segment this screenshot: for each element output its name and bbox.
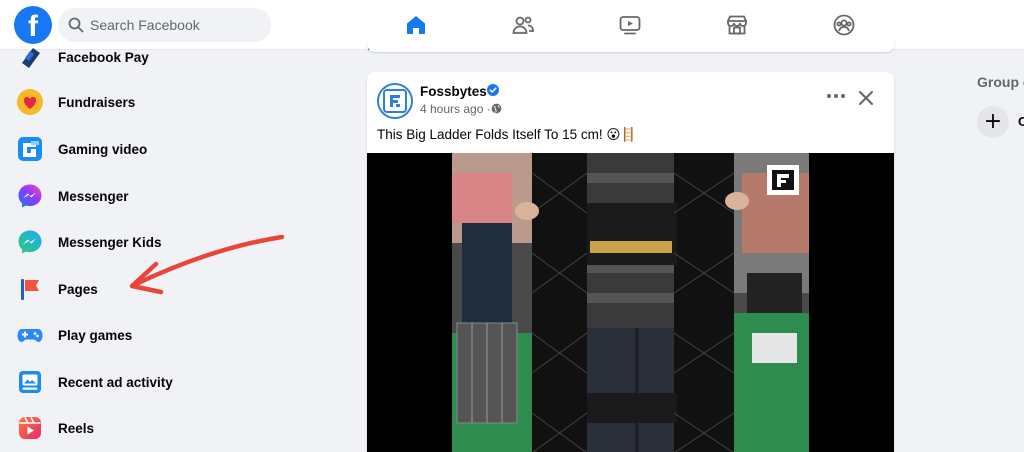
post-caption: This Big Ladder Folds Itself To 15 cm! 😮… (377, 127, 638, 142)
home-icon (407, 16, 425, 34)
sidebar-item-label: Pages (58, 281, 98, 297)
messenger-kids-icon (18, 230, 42, 254)
author-avatar[interactable] (377, 83, 413, 119)
sidebar-item-reels[interactable]: Reels (8, 408, 328, 448)
fossbytes-logo-icon (383, 89, 407, 113)
sidebar-item-label: Reels (58, 420, 95, 436)
reels-icon (19, 417, 41, 439)
sidebar-item-label: Messenger (58, 188, 129, 204)
sidebar-item-label: Gaming video (58, 141, 148, 157)
sidebar-item-label: Recent ad activity (58, 374, 173, 390)
gaming-video-icon (18, 137, 42, 161)
sidebar-item-label: Play games (58, 327, 133, 343)
pages-icon (21, 279, 39, 300)
red-annotation-arrow (129, 234, 285, 295)
globe-icon (491, 103, 502, 114)
sidebar-item-label: Fundraisers (58, 94, 136, 110)
messenger-icon (18, 184, 42, 208)
friends-icon (512, 16, 534, 34)
group-conversations-title: Group c (977, 74, 1024, 90)
sidebar-item-facebook-pay[interactable]: Facebook Pay (8, 37, 328, 77)
sidebar-item-gaming-video[interactable]: Gaming video (8, 129, 328, 169)
sidebar-item-messenger[interactable]: Messenger (8, 176, 328, 216)
close-icon[interactable] (858, 90, 874, 106)
sidebar-item-recent-ad-activity[interactable]: Recent ad activity (8, 362, 328, 402)
search-icon (68, 17, 84, 33)
previous-post-card (367, 40, 894, 52)
feed-post: Fossbytes 4 hours ago · This Big Ladder … (367, 72, 894, 452)
verified-badge-icon (487, 84, 499, 96)
watch-icon (619, 16, 641, 35)
video-frame (452, 153, 809, 452)
create-group-button[interactable]: + (977, 106, 1009, 138)
sidebar-item-play-games[interactable]: Play games (8, 315, 328, 355)
groups-icon (833, 14, 855, 36)
play-games-icon (17, 329, 43, 342)
create-group-label[interactable]: C (1018, 114, 1024, 129)
post-video[interactable] (367, 153, 894, 452)
fundraisers-icon (17, 89, 43, 115)
sidebar-item-fundraisers[interactable]: Fundraisers (8, 82, 328, 122)
more-options-icon[interactable] (825, 88, 847, 104)
facebook-pay-icon (22, 48, 40, 68)
marketplace-icon (727, 15, 747, 35)
sidebar-item-label: Facebook Pay (58, 49, 149, 65)
post-timestamp[interactable]: 4 hours ago · (420, 102, 491, 116)
plus-icon: + (983, 109, 1003, 134)
post-author[interactable]: Fossbytes (420, 84, 487, 99)
recent-ad-activity-icon (19, 371, 41, 393)
